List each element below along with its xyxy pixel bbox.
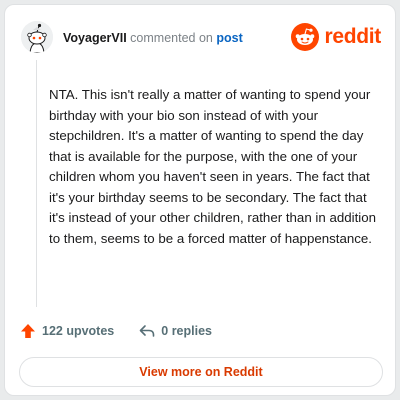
upvote-arrow-icon [19, 322, 37, 340]
author-line: VoyagerVII commented on post [63, 31, 243, 46]
reddit-logo[interactable]: reddit [291, 23, 381, 51]
action-text: commented on [130, 31, 213, 45]
comment-body: NTA. This isn't really a matter of wanti… [49, 87, 377, 246]
view-more-label: View more on Reddit [139, 365, 263, 379]
comment-actions: 122 upvotes 0 replies [19, 319, 236, 343]
reply-count: 0 replies [161, 324, 212, 338]
snoo-avatar-icon[interactable] [21, 21, 53, 53]
comment-embed-card: VoyagerVII commented on post reddit NTA.… [4, 4, 396, 396]
thread-line [36, 60, 37, 307]
reply-button[interactable]: 0 replies [138, 322, 212, 340]
reddit-wordmark: reddit [324, 25, 381, 48]
comment-header: VoyagerVII commented on post reddit [5, 5, 395, 65]
view-more-button[interactable]: View more on Reddit [19, 357, 383, 387]
upvote-button[interactable]: 122 upvotes [19, 322, 114, 340]
upvote-count: 122 upvotes [42, 324, 115, 338]
reddit-snoo-icon [291, 23, 320, 51]
reply-arrow-icon [138, 322, 156, 340]
post-link[interactable]: post [216, 31, 242, 45]
author-name[interactable]: VoyagerVII [63, 31, 127, 45]
